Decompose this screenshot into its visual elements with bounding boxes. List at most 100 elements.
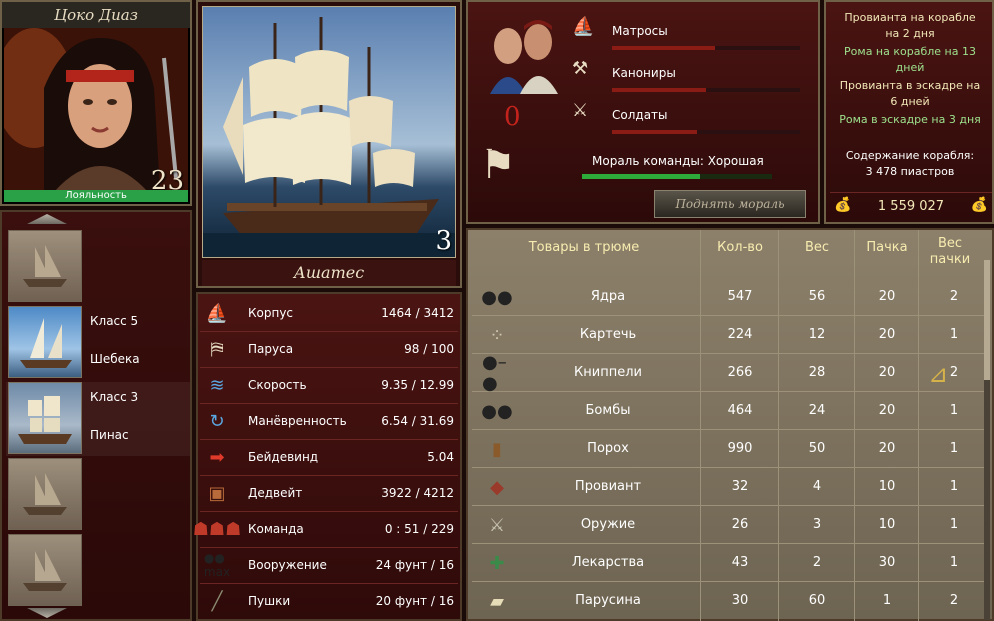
soldier-icon: ⚔ (572, 100, 589, 121)
crew-role-fill (612, 46, 716, 50)
ship-slot-2[interactable]: Класс 5 Шебека (6, 306, 190, 380)
ship-silhouette-icon (23, 549, 67, 591)
stat-row: ⛵ Корпус 1464 / 3412 (200, 296, 458, 332)
medicine-icon: ✚ (489, 552, 505, 574)
captain-panel: Цоко Диаз 23 Лояльность (0, 0, 192, 206)
gunner-icon: ⚒ (572, 58, 589, 79)
cargo-pack: 30 (878, 555, 896, 570)
cargo-pack-weight: 2 (949, 289, 959, 304)
cargo-row[interactable]: ⚔ Оружие 26 3 10 1 (472, 506, 984, 544)
provisions-ship-text: Провианта на корабле (844, 11, 976, 24)
stat-label: Паруса (248, 342, 294, 356)
cargo-row[interactable]: ⁘ Картечь 224 12 20 1 (472, 316, 984, 354)
cargo-row[interactable]: ✚ Лекарства 43 2 30 1 (472, 544, 984, 582)
cargo-scrollbar[interactable] (984, 260, 990, 620)
stat-value: 0 : 51 / 229 (384, 522, 454, 536)
stat-label: Пушки (248, 594, 291, 608)
stat-label: Бейдевинд (248, 450, 319, 464)
ship-slot-3-selected[interactable]: Класс 3 Пинас (6, 382, 190, 456)
cargo-row[interactable]: ●–● Книппели 266 28 20 2 (472, 352, 984, 394)
sailcloth-icon: ▰ (490, 590, 504, 612)
ship-slot-1[interactable] (6, 230, 190, 304)
ship-stats: ⛵ Корпус 1464 / 3412 ⛿ Паруса 98 / 100 ≋ Скор… (193, 292, 462, 621)
morale-fill (582, 174, 700, 179)
stat-row: ▣ Дедвейт 3922 / 4212 (200, 476, 458, 512)
crew-role-bar (612, 46, 800, 50)
ship-thumbnail (8, 230, 82, 302)
cannonballs-icon: ●● (481, 286, 513, 308)
armament-icon: ●● max (203, 551, 231, 579)
money-amount: 1 559 027 (877, 199, 945, 214)
cargo-weight: 56 (808, 289, 826, 304)
cargo-row[interactable]: ▰ Парусина 30 60 1 2 (472, 582, 984, 620)
cargo-pack: 20 (878, 327, 896, 342)
cargo-row[interactable]: ●● Бомбы 464 24 20 1 (472, 392, 984, 430)
cargo-weight: 60 (808, 593, 826, 608)
crew-role-fill (612, 130, 697, 134)
money-bag-icon: 💰 (970, 197, 988, 213)
deadweight-icon: ▣ (208, 482, 226, 504)
cargo-weight: 28 (808, 365, 826, 380)
ship-number: 3 (435, 226, 452, 256)
stat-row: ↻ Манёвренность 6.54 / 31.69 (200, 404, 458, 440)
provisions-icon: ◆ (490, 476, 504, 498)
provisions-squadron-days: 6 дней (890, 95, 930, 108)
ship-type: Пинас (90, 428, 129, 442)
ship-image (202, 6, 456, 258)
stat-value: 6.54 / 31.69 (381, 414, 454, 428)
crew-role-label: Солдаты (612, 108, 668, 122)
grapeshot-icon: ⁘ (489, 324, 505, 346)
crew-faces-icon (490, 20, 558, 94)
rum-ship-text: Рома на корабле на 13 (844, 45, 976, 58)
header-goods: Товары в трюме (528, 240, 640, 255)
crew-role-fill (612, 88, 706, 92)
ship-slot-5[interactable] (6, 534, 190, 608)
stat-value: 5.04 (427, 450, 454, 464)
stat-row: ☗☗☗ Команда 0 : 51 / 229 (193, 512, 458, 548)
stat-row: ➡ Бейдевинд 5.04 (200, 440, 458, 476)
cargo-weight: 24 (808, 403, 826, 418)
raise-morale-button[interactable]: Поднять мораль (654, 190, 806, 218)
cargo-pack-weight: 1 (949, 441, 959, 456)
chainshot-icon: ●–● (482, 352, 507, 394)
crew-role-bar (612, 130, 800, 134)
flag-icon: ⚑ (480, 142, 516, 188)
provisions-ship-days: на 2 дня (885, 27, 935, 40)
stat-value: 1464 / 3412 (381, 306, 454, 320)
provisions-squadron-text: Провианта в эскадре на (839, 79, 981, 92)
xebec-icon (20, 318, 72, 368)
cargo-qty: 43 (731, 555, 749, 570)
header-weight: Вес (804, 240, 830, 255)
stat-row: ⛿ Паруса 98 / 100 (200, 332, 458, 368)
stat-value: 24 фунт / 16 (375, 558, 454, 572)
cargo-row[interactable]: ◆ Провиант 32 4 10 1 (472, 468, 984, 506)
ship-slot-4[interactable] (6, 458, 190, 532)
cargo-pack: 20 (878, 289, 896, 304)
cargo-pack: 20 (878, 403, 896, 418)
rum-ship-days: дней (895, 61, 925, 74)
crew-portraits (480, 14, 564, 94)
cargo-qty: 266 (727, 365, 753, 380)
gunpowder-icon: ▮ (492, 438, 502, 460)
ship-art (203, 17, 455, 257)
ship-class: Класс 5 (90, 314, 139, 328)
loyalty-bar: Лояльность (4, 190, 188, 202)
scroll-down-button[interactable] (22, 608, 72, 618)
maneuver-icon: ↻ (209, 410, 225, 432)
pinnace-icon (18, 396, 72, 444)
cargo-weight: 2 (812, 555, 822, 570)
scroll-up-button[interactable] (27, 214, 67, 224)
cargo-name: Парусина (575, 593, 641, 608)
cargo-row[interactable]: ▮ Порох 990 50 20 1 (472, 430, 984, 468)
crew-role-label: Канониры (612, 66, 676, 80)
crew-panel: 0 ⛵ Матросы ⚒ Канониры ⚔ Солдаты ⚑ Морал… (466, 0, 820, 224)
scrollbar-thumb[interactable] (984, 260, 990, 380)
cargo-pack-weight: 1 (949, 327, 959, 342)
captain-name: Цоко Диаз (2, 2, 190, 28)
ship-type: Шебека (90, 352, 140, 366)
ship-thumbnail (8, 458, 82, 530)
money-row: 💰 1 559 027 💰 (830, 192, 992, 218)
ship-thumbnail (8, 382, 82, 454)
cargo-row[interactable]: ●● Ядра 547 56 20 2 (472, 278, 984, 316)
cargo-weight: 4 (812, 479, 822, 494)
